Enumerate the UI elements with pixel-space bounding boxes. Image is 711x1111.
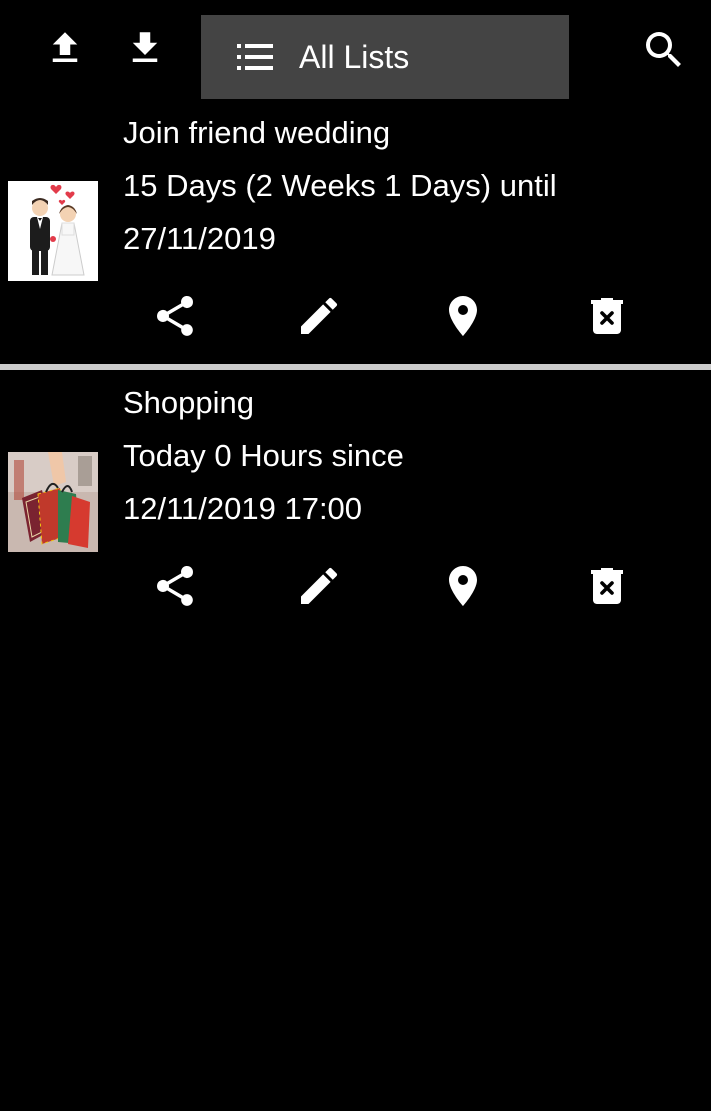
share-icon[interactable] bbox=[151, 292, 199, 340]
location-icon[interactable] bbox=[439, 562, 487, 610]
edit-icon[interactable] bbox=[295, 562, 343, 610]
item-title: Join friend wedding bbox=[123, 115, 391, 150]
list-item[interactable]: Join friend wedding 15 Days (2 Weeks 1 D… bbox=[0, 108, 711, 364]
location-icon[interactable] bbox=[439, 292, 487, 340]
item-title: Shopping bbox=[123, 385, 255, 420]
edit-icon[interactable] bbox=[295, 292, 343, 340]
list-selector-label: All Lists bbox=[299, 39, 410, 75]
item-text: Join friend wedding 15 Days (2 Weeks 1 D… bbox=[123, 106, 703, 265]
list-icon bbox=[235, 41, 275, 73]
search-icon[interactable] bbox=[640, 26, 688, 74]
item-countdown: Today 0 Hours since bbox=[123, 438, 404, 473]
item-countdown: 15 Days (2 Weeks 1 Days) until bbox=[123, 168, 557, 203]
delete-icon[interactable] bbox=[583, 562, 631, 610]
item-text: Shopping Today 0 Hours since 12/11/2019 … bbox=[123, 376, 703, 535]
list-item[interactable]: Shopping Today 0 Hours since 12/11/2019 … bbox=[0, 378, 711, 634]
item-actions bbox=[0, 292, 711, 352]
item-date: 12/11/2019 17:00 bbox=[123, 491, 363, 526]
shopping-bags-image bbox=[8, 452, 98, 552]
item-date: 27/11/2019 bbox=[123, 221, 276, 256]
divider bbox=[0, 364, 711, 370]
download-icon[interactable] bbox=[124, 26, 166, 70]
delete-icon[interactable] bbox=[583, 292, 631, 340]
wedding-couple-image bbox=[8, 181, 98, 281]
upload-icon[interactable] bbox=[44, 26, 86, 70]
list-selector[interactable]: All Lists bbox=[201, 15, 569, 99]
toolbar: All Lists bbox=[0, 0, 711, 108]
item-actions bbox=[0, 562, 711, 622]
share-icon[interactable] bbox=[151, 562, 199, 610]
